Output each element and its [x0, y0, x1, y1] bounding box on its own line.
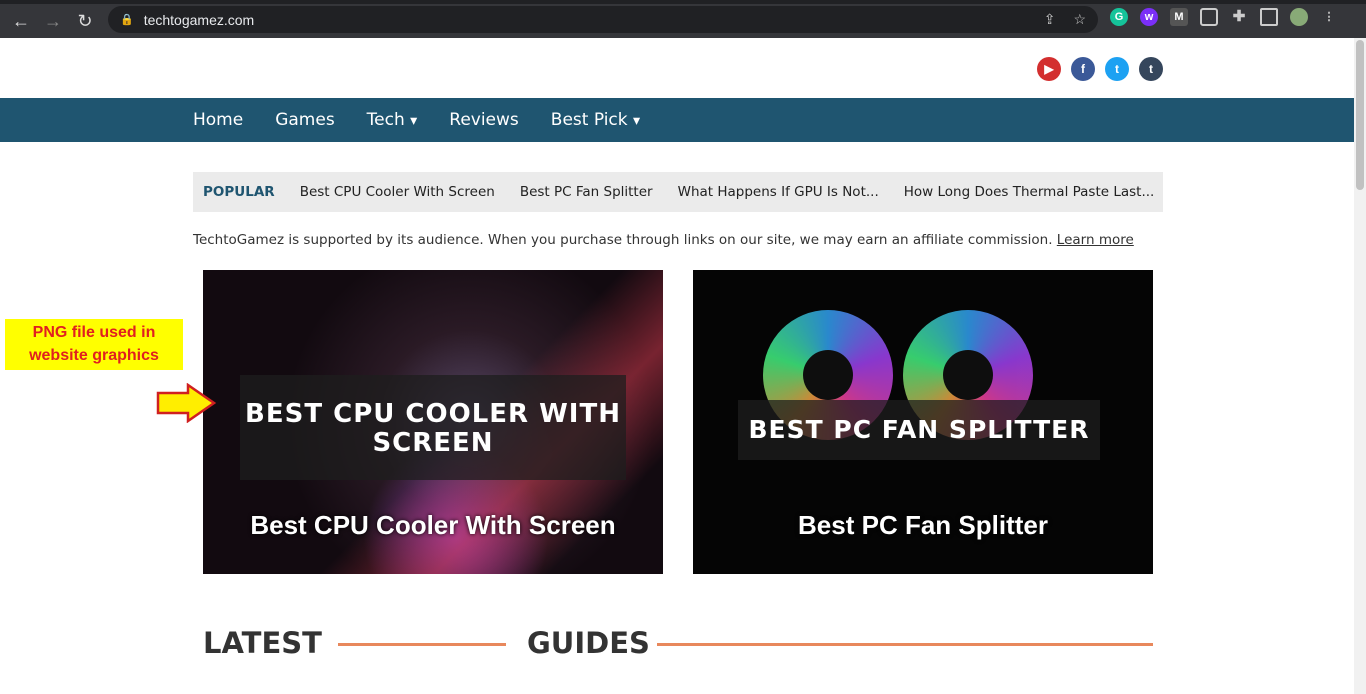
address-bar[interactable]: 🔒 techtogamez.com ⇪ ☆ — [108, 6, 1098, 33]
scrollbar-thumb[interactable] — [1356, 40, 1364, 190]
grammarly-icon[interactable]: G — [1110, 8, 1128, 26]
caret-down-icon: ▾ — [410, 113, 418, 129]
card-banner: BEST CPU COOLER WITH SCREEN — [240, 375, 626, 480]
nav-best-pick[interactable]: Best Pick ▾ — [551, 110, 640, 130]
popular-link[interactable]: How Long Does Thermal Paste Last... — [904, 184, 1155, 200]
popular-ticker: POPULAR Best CPU Cooler With Screen Best… — [193, 172, 1163, 212]
back-icon[interactable]: ← — [8, 11, 34, 32]
popular-link[interactable]: Best CPU Cooler With Screen — [300, 184, 495, 200]
arrow-icon — [156, 383, 217, 423]
caret-down-icon: ▾ — [633, 113, 641, 129]
reload-icon[interactable]: ↻ — [72, 11, 98, 32]
nav-tech[interactable]: Tech ▾ — [367, 110, 418, 130]
popular-label: POPULAR — [203, 184, 275, 200]
youtube-icon[interactable]: ▶ — [1037, 57, 1061, 81]
reader-icon[interactable] — [1200, 8, 1218, 26]
facebook-icon[interactable]: f — [1071, 57, 1095, 81]
share-icon[interactable]: ⇪ — [1044, 11, 1056, 28]
annotation-label: PNG file used in website graphics — [5, 319, 183, 370]
section-heading-guides: GUIDES — [527, 626, 650, 660]
divider — [338, 643, 506, 646]
learn-more-link[interactable]: Learn more — [1057, 232, 1134, 248]
sidepanel-icon[interactable] — [1260, 8, 1278, 26]
menu-icon[interactable]: ⋮ — [1320, 8, 1338, 26]
avatar[interactable] — [1290, 8, 1308, 26]
twitter-icon[interactable]: t — [1105, 57, 1129, 81]
affiliate-disclosure: TechtoGamez is supported by its audience… — [193, 232, 1134, 248]
popular-link[interactable]: Best PC Fan Splitter — [520, 184, 653, 200]
url-text: techtogamez.com — [143, 11, 255, 28]
tumblr-icon[interactable]: t — [1139, 57, 1163, 81]
wordtune-icon[interactable]: w — [1140, 8, 1158, 26]
card-title[interactable]: Best CPU Cooler With Screen — [203, 510, 663, 541]
post-card-fan-splitter[interactable]: BEST PC FAN SPLITTER Best PC Fan Splitte… — [693, 270, 1153, 574]
nav-games[interactable]: Games — [275, 110, 334, 130]
post-card-cpu-cooler[interactable]: BEST CPU COOLER WITH SCREEN Best CPU Coo… — [203, 270, 663, 574]
section-heading-latest: LATEST — [203, 626, 322, 660]
card-banner: BEST PC FAN SPLITTER — [738, 400, 1100, 460]
popular-link[interactable]: What Happens If GPU Is Not... — [678, 184, 879, 200]
card-title[interactable]: Best PC Fan Splitter — [693, 510, 1153, 541]
nav-home[interactable]: Home — [193, 110, 243, 130]
puzzle-icon[interactable]: ✚ — [1230, 8, 1248, 26]
star-icon[interactable]: ☆ — [1073, 11, 1086, 28]
lock-icon: 🔒 — [120, 14, 134, 26]
divider — [657, 643, 1153, 646]
forward-icon[interactable]: → — [40, 11, 66, 32]
m-icon[interactable]: M — [1170, 8, 1188, 26]
main-nav: Home Games Tech ▾ Reviews Best Pick ▾ — [0, 98, 1354, 142]
nav-reviews[interactable]: Reviews — [449, 110, 519, 130]
